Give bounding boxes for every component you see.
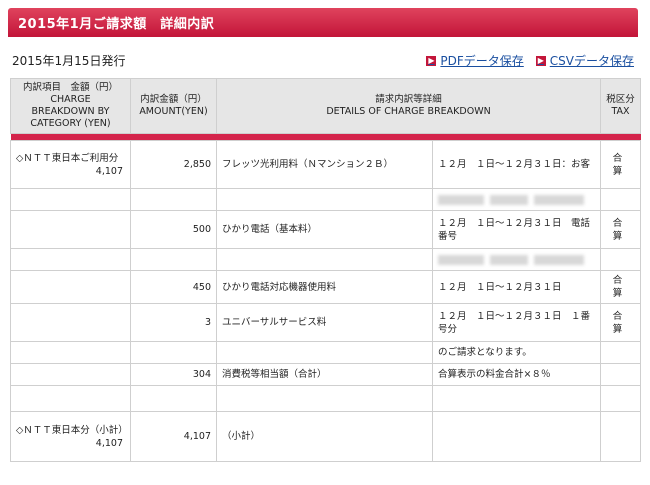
category-name: ◇ＮＴＴ東日本ご利用分: [16, 152, 119, 164]
cell-category: ◇ＮＴＴ東日本分（小計） 4,107: [10, 411, 131, 462]
cell-item: [216, 188, 433, 211]
cell-tax: [600, 385, 642, 412]
table-row: 500 ひかり電話（基本料） １２月 １日〜１２月３１日 電話番号 合算: [10, 210, 642, 249]
cell-item: [216, 385, 433, 412]
cell-tax: [600, 341, 642, 364]
cell-amount: 4,107: [130, 411, 217, 462]
cell-tax: 合算: [600, 303, 642, 342]
cell-detail: １２月 １日〜１２月３１日 １番号分: [431, 303, 602, 342]
cell-item: ユニバーサルサービス料: [216, 303, 433, 342]
cell-category: [10, 248, 131, 271]
header-details: 請求内訳等詳細 DETAILS OF CHARGE BREAKDOWN: [215, 78, 602, 134]
cell-detail: １２月 １日〜１２月３１日：お客: [431, 140, 602, 189]
cell-detail: [431, 411, 602, 462]
cell-category: [10, 270, 131, 304]
cell-tax: [600, 411, 642, 462]
cell-detail: 合算表示の料金合計×８％: [431, 363, 602, 386]
cell-category: [10, 303, 131, 342]
download-links: ▶ PDFデータ保存 ▶ CSVデータ保存: [426, 52, 634, 69]
cell-item: [216, 341, 433, 364]
cell-item: ひかり電話（基本料）: [216, 210, 433, 249]
cell-tax: [600, 363, 642, 386]
cell-tax: 合算: [600, 270, 642, 304]
cell-amount: [130, 385, 217, 412]
cell-tax: [600, 188, 642, 211]
title-underline: [8, 36, 638, 37]
cell-amount: [130, 188, 217, 211]
redacted-text: [438, 194, 595, 206]
cell-amount: 304: [130, 363, 217, 386]
header-category: 内訳項目 金額（円） CHARGE BREAKDOWN BY CATEGORY …: [10, 78, 131, 134]
page-title-bar: 2015年1月ご請求額 詳細内訳: [8, 8, 638, 36]
pdf-save-link[interactable]: ▶ PDFデータ保存: [426, 52, 524, 69]
table-header-row: 内訳項目 金額（円） CHARGE BREAKDOWN BY CATEGORY …: [10, 78, 642, 134]
cell-detail: [431, 188, 602, 211]
csv-save-label: CSVデータ保存: [549, 54, 634, 68]
table-row: [10, 188, 642, 211]
cell-item: 消費税等相当額（合計）: [216, 363, 433, 386]
cell-detail: １２月 １日〜１２月３１日: [431, 270, 602, 304]
header-tax: 税区分 TAX: [600, 78, 642, 134]
table-row: 3 ユニバーサルサービス料 １２月 １日〜１２月３１日 １番号分 合算: [10, 303, 642, 342]
cell-detail: のご請求となります。: [431, 341, 602, 364]
cell-category: [10, 188, 131, 211]
redacted-text: [438, 254, 595, 266]
header-amount: 内訳金額（円） AMOUNT(YEN): [130, 78, 217, 134]
cell-tax: [600, 248, 642, 271]
cell-tax: 合算: [600, 140, 642, 189]
cell-detail: １２月 １日〜１２月３１日 電話番号: [431, 210, 602, 249]
category-value: 4,107: [95, 165, 123, 177]
table-row: のご請求となります。: [10, 341, 642, 364]
cell-detail: [431, 385, 602, 412]
arrow-right-icon: ▶: [535, 55, 546, 66]
cell-category: [10, 363, 131, 386]
table-row: 304 消費税等相当額（合計） 合算表示の料金合計×８％: [10, 363, 642, 386]
table-row: [10, 385, 642, 412]
cell-amount: 2,850: [130, 140, 217, 189]
cell-category: [10, 341, 131, 364]
issue-date: 2015年1月15日発行: [12, 54, 126, 68]
category-name: ◇ＮＴＴ東日本分（小計）: [16, 424, 128, 436]
cell-category: [10, 210, 131, 249]
table-row: ◇ＮＴＴ東日本ご利用分 4,107 2,850 フレッツ光利用料（Ｎマンション２Ｂ） １…: [10, 140, 642, 189]
cell-amount: [130, 341, 217, 364]
cell-amount: 500: [130, 210, 217, 249]
header-separator: [10, 133, 641, 141]
cell-item: （小計）: [216, 411, 433, 462]
charge-detail-table: 内訳項目 金額（円） CHARGE BREAKDOWN BY CATEGORY …: [10, 78, 642, 462]
cell-item: [216, 248, 433, 271]
csv-save-link[interactable]: ▶ CSVデータ保存: [535, 52, 634, 69]
cell-category: ◇ＮＴＴ東日本ご利用分 4,107: [10, 140, 131, 189]
cell-amount: 450: [130, 270, 217, 304]
table-row: 450 ひかり電話対応機器使用料 １２月 １日〜１２月３１日 合算: [10, 270, 642, 304]
cell-category: [10, 385, 131, 412]
table-row: [10, 248, 642, 271]
cell-tax: 合算: [600, 210, 642, 249]
cell-amount: 3: [130, 303, 217, 342]
cell-detail: [431, 248, 602, 271]
arrow-right-icon: ▶: [426, 55, 437, 66]
cell-item: ひかり電話対応機器使用料: [216, 270, 433, 304]
page-title: 2015年1月ご請求額 詳細内訳: [18, 17, 215, 32]
category-value: 4,107: [95, 437, 123, 449]
cell-item: フレッツ光利用料（Ｎマンション２Ｂ）: [216, 140, 433, 189]
pdf-save-label: PDFデータ保存: [440, 54, 524, 68]
table-row: ◇ＮＴＴ東日本分（小計） 4,107 4,107 （小計）: [10, 411, 642, 462]
cell-amount: [130, 248, 217, 271]
